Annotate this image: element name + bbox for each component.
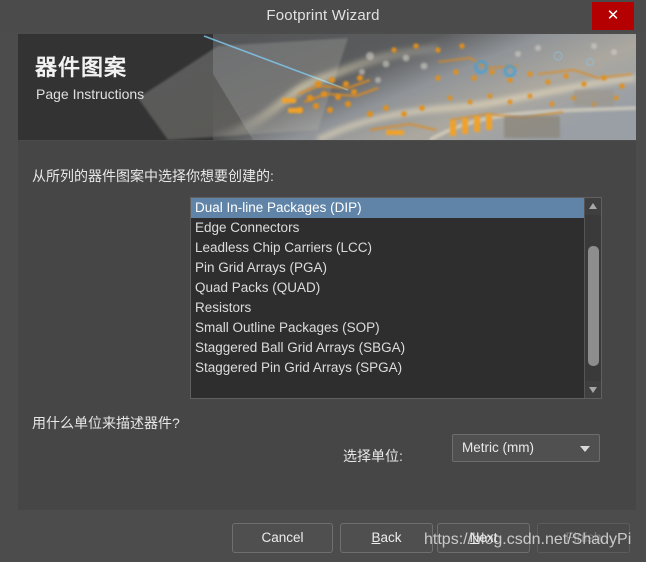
list-item[interactable]: Edge Connectors [191,218,584,238]
list-item[interactable]: Pin Grid Arrays (PGA) [191,258,584,278]
banner-title: 器件图案 [35,55,128,80]
scrollbar-thumb[interactable] [588,246,599,366]
banner-text-block: 器件图案 Page Instructions [18,34,636,140]
units-prompt-label: 用什么单位来描述器件? [32,415,180,431]
dialog-footer: Cancel Back Next Finish [0,510,646,562]
chevron-down-icon [580,446,590,452]
title-bar: Footprint Wizard ✕ [0,0,646,32]
scroll-down-arrow-icon[interactable] [585,381,601,398]
wizard-banner: 器件图案 Page Instructions [18,34,636,140]
banner-subtitle: Page Instructions [36,86,145,102]
list-item[interactable]: Small Outline Packages (SOP) [191,318,584,338]
unit-select-value: Metric (mm) [462,440,534,455]
pattern-listbox[interactable]: Dual In-line Packages (DIP) Edge Connecto… [190,197,602,399]
next-button[interactable]: Next [437,523,530,553]
wizard-content-panel: 从所列的器件图案中选择你想要创建的: Dual In-line Packages… [18,141,636,510]
list-item[interactable]: Dual In-line Packages (DIP) [191,198,584,218]
finish-button: Finish [537,523,630,553]
list-item[interactable]: Staggered Ball Grid Arrays (SBGA) [191,338,584,358]
pattern-list[interactable]: Dual In-line Packages (DIP) Edge Connecto… [191,198,584,378]
list-prompt-label: 从所列的器件图案中选择你想要创建的: [32,168,274,184]
list-item[interactable]: Resistors [191,298,584,318]
unit-select[interactable]: Metric (mm) [452,434,600,462]
list-item[interactable]: Quad Packs (QUAD) [191,278,584,298]
scroll-up-arrow-icon[interactable] [585,198,601,215]
listbox-scrollbar[interactable] [584,198,601,398]
window-title: Footprint Wizard [266,7,380,24]
footprint-wizard-dialog: Footprint Wizard ✕ 器件图案 Page Instruction… [0,0,646,562]
close-icon[interactable]: ✕ [592,2,634,30]
unit-select-label: 选择单位: [343,448,403,464]
list-item[interactable]: Staggered Pin Grid Arrays (SPGA) [191,358,584,378]
back-button[interactable]: Back [340,523,433,553]
cancel-button[interactable]: Cancel [232,523,333,553]
list-item[interactable]: Leadless Chip Carriers (LCC) [191,238,584,258]
